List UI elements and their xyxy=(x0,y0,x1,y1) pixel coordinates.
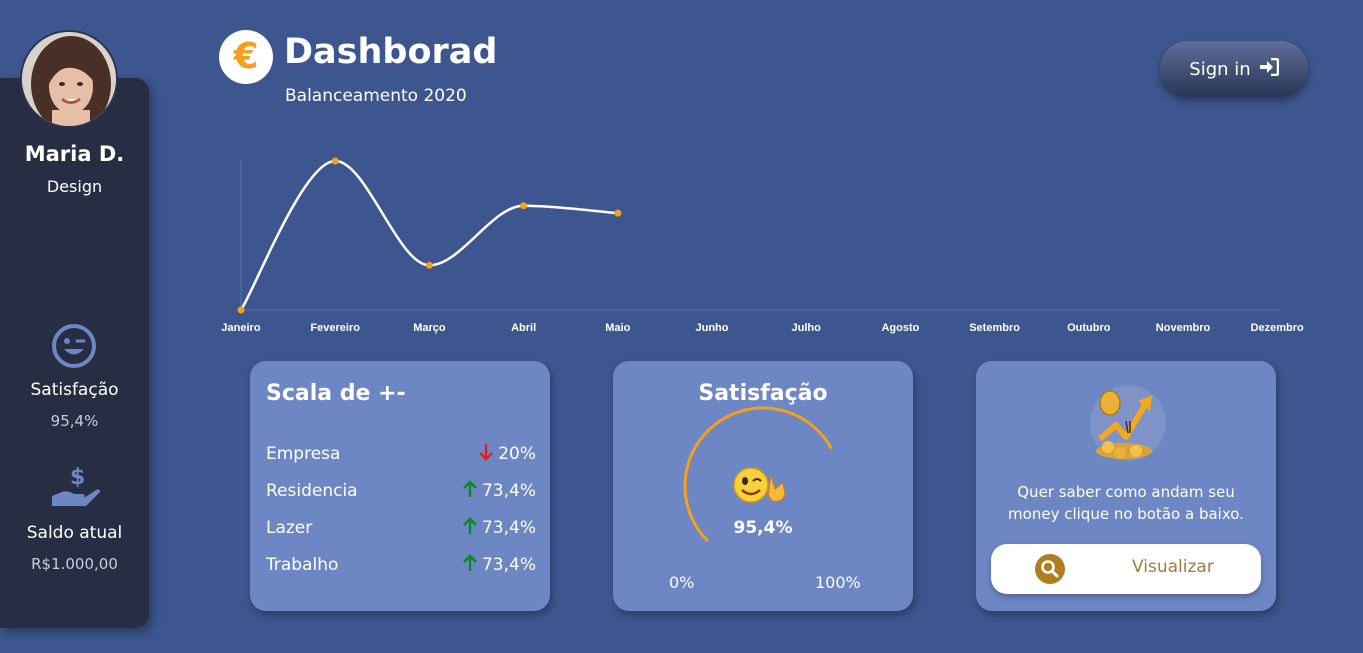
series-line xyxy=(239,159,618,311)
scala-row-value: 73,4% xyxy=(481,481,536,501)
arrow-down-icon xyxy=(478,443,494,466)
satisfaction-value: 95,4% xyxy=(50,412,99,430)
arrow-up-icon xyxy=(462,516,478,540)
search-icon xyxy=(1035,554,1065,588)
data-point xyxy=(331,157,339,165)
data-point xyxy=(614,209,622,217)
data-point xyxy=(237,306,245,314)
data-point xyxy=(425,261,433,269)
x-tick-label: Fevereiro xyxy=(310,322,360,334)
scala-row-label: Trabalho xyxy=(266,555,339,575)
scala-row-value: 73,4% xyxy=(481,555,536,575)
gauge-min-label: 0% xyxy=(669,573,695,592)
line-chart: Janeiro Fevereiro Março Abril Maio Junho Julho… xyxy=(221,157,1304,334)
svg-text:$: $ xyxy=(70,465,85,490)
info-text: Quer saber como andam seu money clique n… xyxy=(1008,483,1244,523)
scala-row-label: Empresa xyxy=(266,444,341,464)
x-tick-label: Novembro xyxy=(1156,322,1211,334)
x-tick-label: Dezembro xyxy=(1251,322,1304,334)
money-growth-icon xyxy=(1086,381,1170,469)
scala-row-value: 73,4% xyxy=(481,518,536,538)
gauge-max-label: 100% xyxy=(815,573,861,592)
x-tick-label: Agosto xyxy=(881,322,919,334)
x-tick-label: Julho xyxy=(792,322,822,334)
hand-dollar-icon: $ xyxy=(50,462,100,510)
scala-row-label: Residencia xyxy=(266,481,358,501)
x-tick-label: Janeiro xyxy=(221,322,260,334)
info-card: Quer saber como andam seu money clique n… xyxy=(976,361,1276,611)
satisfacao-value: 95,4% xyxy=(733,518,793,538)
scala-card: Scala de +- Empresa 20% Residencia 73,4%… xyxy=(250,361,550,611)
visualizar-button[interactable]: Visualizar xyxy=(991,544,1261,594)
x-tick-label: Junho xyxy=(696,322,729,334)
scala-row: Residencia 73,4% xyxy=(266,479,536,503)
data-point xyxy=(520,202,528,210)
scala-row-label: Lazer xyxy=(266,518,313,538)
balance-label: Saldo atual xyxy=(26,523,123,543)
satisfacao-card: Satisfação 95,4% 0% 100% xyxy=(613,361,913,611)
x-tick-label: Outubro xyxy=(1067,322,1111,334)
x-tick-label: Abril xyxy=(511,322,536,334)
wink-emoji-icon xyxy=(733,465,789,509)
x-tick-label: Março xyxy=(413,322,446,334)
scala-row: Empresa 20% xyxy=(266,442,536,466)
x-tick-label: Setembro xyxy=(969,322,1020,334)
arrow-up-icon xyxy=(462,479,478,503)
visualizar-label: Visualizar xyxy=(1132,557,1214,577)
balance-value: R$1.000,00 xyxy=(31,555,118,573)
scala-title: Scala de +- xyxy=(266,381,406,406)
scala-row: Trabalho 73,4% xyxy=(266,553,536,577)
x-tick-label: Maio xyxy=(605,322,630,334)
satisfaction-label: Satisfação xyxy=(30,380,119,400)
scala-row: Lazer 73,4% xyxy=(266,516,536,540)
scala-row-value: 20% xyxy=(498,444,536,464)
arrow-up-icon xyxy=(462,553,478,577)
